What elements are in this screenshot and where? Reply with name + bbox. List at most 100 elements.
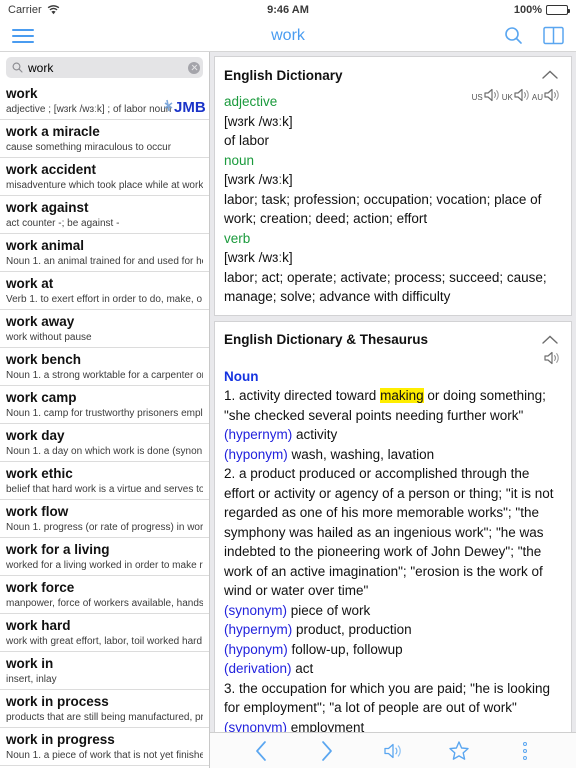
list-item-term: work a miracle xyxy=(6,124,100,139)
part-of-speech-label: verb xyxy=(224,230,251,246)
audio-button-us[interactable]: US xyxy=(472,87,501,103)
list-item[interactable]: work day Noun 1. a day on which work is d… xyxy=(0,424,209,462)
list-item-definition: Noun 1. a strong worktable for a carpent… xyxy=(6,370,203,381)
speaker-icon[interactable] xyxy=(371,736,415,766)
list-item[interactable]: work at Verb 1. to exert effort in order … xyxy=(0,272,209,310)
relation-line: (hyponym) follow-up, followup xyxy=(224,640,562,660)
phonetic-transcription: [wɜrk /wɜːk] xyxy=(224,250,293,265)
chevron-up-icon[interactable] xyxy=(538,64,562,86)
svg-text:JMB: JMB xyxy=(174,99,205,116)
book-view-icon[interactable] xyxy=(543,26,564,45)
sense-3: 3. the occupation for which you are paid… xyxy=(224,680,550,716)
list-item-term: work flow xyxy=(6,504,69,519)
relation-value: follow-up, followup xyxy=(287,641,403,657)
more-options-icon[interactable] xyxy=(503,736,547,766)
list-item[interactable]: work animal Noun 1. an animal trained for… xyxy=(0,234,209,272)
list-item[interactable]: work in progress Noun 1. a piece of work … xyxy=(0,728,209,766)
list-item-definition: insert, inlay xyxy=(6,674,57,685)
clear-icon[interactable] xyxy=(188,61,200,74)
list-item[interactable]: work in process products that are still b… xyxy=(0,690,209,728)
audio-button-uk[interactable]: UK xyxy=(502,87,531,103)
list-item[interactable]: work in insert, inlay xyxy=(0,652,209,690)
audio-label-us: US xyxy=(471,93,483,102)
list-item-term: work in xyxy=(6,656,54,671)
search-icon xyxy=(12,62,23,73)
phonetic-transcription: [wɜrk /wɜːk] xyxy=(224,172,293,187)
list-item-definition: worked for a living worked in order to m… xyxy=(6,560,203,571)
hamburger-menu-icon[interactable] xyxy=(12,28,34,43)
bottom-toolbar xyxy=(210,732,576,768)
star-icon[interactable] xyxy=(437,736,481,766)
search-input[interactable] xyxy=(28,60,183,75)
list-item[interactable]: work bench Noun 1. a strong worktable for… xyxy=(0,348,209,386)
english-thesaurus-card: English Dictionary & Thesaurus Noun 1. ac xyxy=(214,320,572,733)
battery-percent-label: 100% xyxy=(513,4,542,16)
list-item-definition: cause something miraculous to occur xyxy=(6,142,172,153)
list-item-definition: Noun 1. a piece of work that is not yet … xyxy=(6,750,203,761)
navigation-bar: work xyxy=(0,20,576,52)
list-item[interactable]: work against act counter -; be against - xyxy=(0,196,209,234)
wifi-icon xyxy=(47,5,60,15)
relation-tag: (hyponym) xyxy=(224,641,288,657)
phonetic-transcription: [wɜrk /wɜːk] xyxy=(224,113,293,129)
pronunciation-buttons: US UK AU xyxy=(472,87,561,103)
list-item[interactable]: work accident misadventure which took pla… xyxy=(0,158,209,196)
relation-tag: (hyponym) xyxy=(224,446,288,462)
list-item-definition: misadventure which took place while at w… xyxy=(6,180,203,191)
list-item-term: work force xyxy=(6,580,75,595)
list-item-term: work away xyxy=(6,314,75,329)
definition-panel: English Dictionary US UK AU adjective [w… xyxy=(210,52,576,768)
list-item-definition: belief that hard work is a virtue and se… xyxy=(6,484,203,495)
chevron-up-icon[interactable] xyxy=(538,329,562,351)
list-item-definition: manpower, force of workers available, ha… xyxy=(6,598,203,609)
battery-icon xyxy=(546,5,570,15)
status-time: 9:46 AM xyxy=(267,4,309,16)
dictionary-source-logo-icon: JMB xyxy=(163,96,206,116)
sense-1-prefix: 1. activity directed toward xyxy=(224,388,381,403)
list-item[interactable]: work flow Noun 1. progress (or rate of pr… xyxy=(0,500,209,538)
search-icon[interactable] xyxy=(504,26,523,45)
list-item[interactable]: work force manpower, force of workers ava… xyxy=(0,576,209,614)
list-item-term: work for a living xyxy=(6,542,110,557)
relation-tag: (hypernym) xyxy=(224,622,293,637)
list-item[interactable]: work camp Noun 1. camp for trustworthy pr… xyxy=(0,386,209,424)
audio-button-au[interactable]: AU xyxy=(532,87,561,103)
list-item-term: work against xyxy=(6,200,89,215)
sense-list: labor; task; profession; occupation; voc… xyxy=(224,191,542,227)
list-item-term: work in process xyxy=(6,694,109,709)
card-title: English Dictionary & Thesaurus xyxy=(224,332,429,347)
list-item-term: work camp xyxy=(6,390,77,405)
relation-tag: (derivation) xyxy=(224,661,292,676)
list-item-term: work ethic xyxy=(6,466,73,481)
list-item-term: work day xyxy=(6,428,65,443)
relation-line: (synonym) piece of work xyxy=(224,601,562,621)
list-item[interactable]: work for a living worked for a living wor… xyxy=(0,538,209,576)
relation-value: wash, washing, lavation xyxy=(287,446,435,462)
list-item[interactable]: work ethic belief that hard work is a vir… xyxy=(0,462,209,500)
relation-value: act xyxy=(291,661,314,676)
relation-line: (hypernym) activity xyxy=(224,425,562,445)
chevron-right-icon[interactable] xyxy=(305,736,349,766)
relation-value: piece of work xyxy=(287,602,371,618)
list-item-definition: Noun 1. an animal trained for and used f… xyxy=(6,256,203,267)
dictionary-entries: adjective [wɜrk /wɜːk] of labor noun [wɜrk /… xyxy=(224,92,562,307)
speaker-icon[interactable] xyxy=(543,350,561,371)
relation-tag: (synonym) xyxy=(224,719,288,733)
list-item[interactable]: work a miracle cause something miraculous… xyxy=(0,120,209,158)
carrier-label: Carrier xyxy=(8,4,42,16)
card-header: English Dictionary & Thesaurus xyxy=(224,329,562,351)
list-item[interactable]: work away work without pause xyxy=(0,310,209,348)
speaker-icon xyxy=(484,88,499,102)
definition-scroll-area[interactable]: English Dictionary US UK AU adjective [w… xyxy=(210,52,576,732)
list-item[interactable]: work hard work with great effort, labor, … xyxy=(0,614,209,652)
list-item-definition: Noun 1. camp for trustworthy prisoners e… xyxy=(6,408,203,419)
relation-tag: (hypernym) xyxy=(224,427,293,442)
list-item-definition: Verb 1. to exert effort in order to do, … xyxy=(6,294,203,305)
list-item[interactable]: work adjective ; [wɜrk /wɜːk] ; of labor … xyxy=(0,82,209,120)
relation-tag: (synonym) xyxy=(224,602,288,618)
chevron-left-icon[interactable] xyxy=(239,736,283,766)
main-split-view: workadjective ; [wɜrk /wɜːk] ; of labor … xyxy=(0,52,576,768)
word-list[interactable]: work adjective ; [wɜrk /wɜːk] ; of labor … xyxy=(0,82,209,768)
search-bar[interactable] xyxy=(6,57,203,78)
part-of-speech-heading: Noun xyxy=(224,368,259,384)
